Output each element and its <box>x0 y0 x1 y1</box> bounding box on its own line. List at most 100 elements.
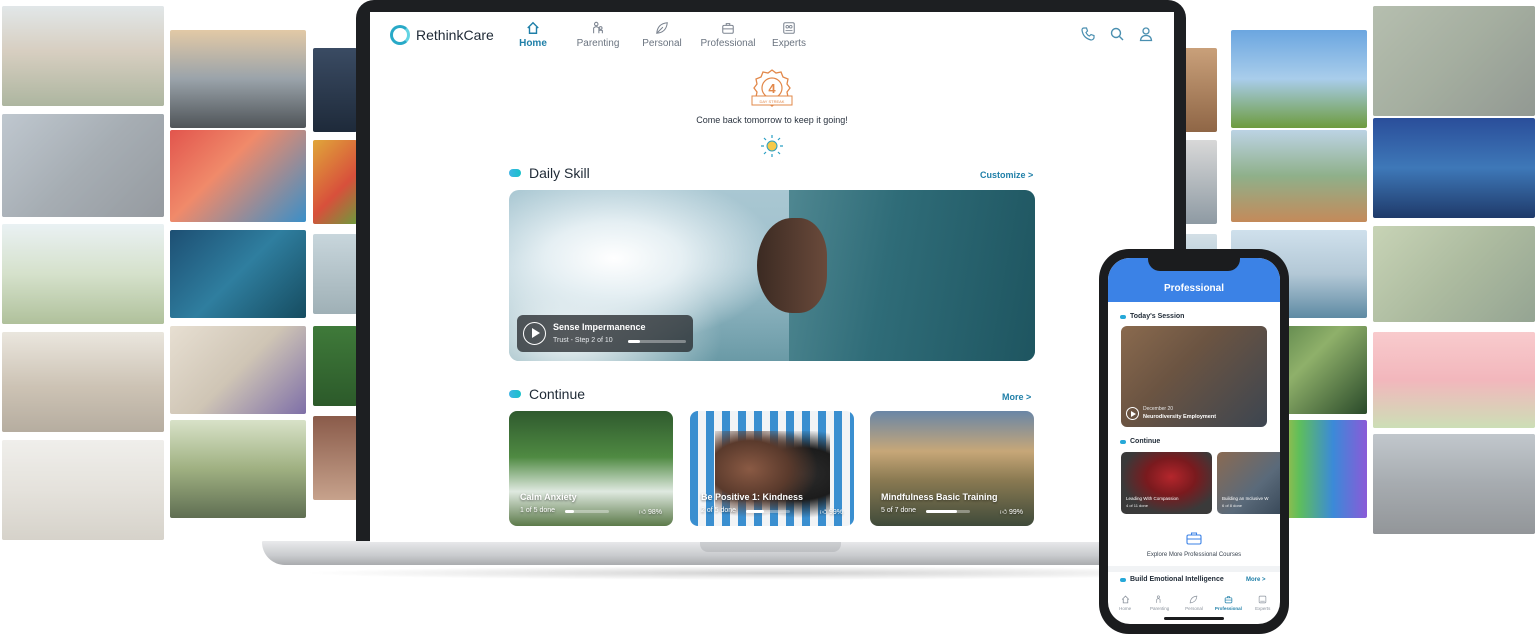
todays-session-card[interactable]: December 20 Neurodiversity Employment <box>1121 326 1267 427</box>
user-icon[interactable] <box>1138 26 1154 42</box>
search-icon[interactable] <box>1109 26 1125 42</box>
photo-tile <box>1373 434 1535 534</box>
course-progress-text: 5 of 7 done <box>881 507 917 514</box>
sun-icon <box>761 135 783 157</box>
home-icon <box>1121 595 1129 604</box>
photo-tile <box>313 140 357 224</box>
course-title: Calm Anxiety <box>520 492 577 502</box>
tab-label: Experts <box>1255 606 1271 611</box>
course-title: Building an Inclusive W <box>1222 496 1269 501</box>
course-progress-text: 2 of 5 done <box>701 507 737 514</box>
tab-experts[interactable]: Experts <box>1248 595 1278 624</box>
briefcase-icon <box>1186 532 1202 545</box>
daily-skill-header: Daily Skill <box>509 165 590 181</box>
build-ei-title: Build Emotional Intelligence <box>1130 576 1224 583</box>
customize-link[interactable]: Customize > <box>980 170 1033 180</box>
course-progress-fill <box>565 510 574 513</box>
mobile-continue-card[interactable]: Leading With Compassion 4 of 11 done <box>1121 452 1212 514</box>
tab-home[interactable]: Home <box>1110 595 1140 624</box>
photo-tile <box>313 48 357 132</box>
session-title: Neurodiversity Employment <box>1143 414 1217 420</box>
logo[interactable]: RethinkCare <box>390 25 494 45</box>
top-nav: RethinkCare Home Parenting Personal Prof… <box>370 12 1174 58</box>
thumbs-up-icon: 👍︎ <box>819 509 828 516</box>
course-progress-fill <box>926 510 958 513</box>
nav-item-home[interactable]: Home <box>498 21 568 49</box>
nav-item-experts[interactable]: Experts <box>754 21 824 49</box>
leaf-icon <box>656 22 668 34</box>
photo-tile <box>2 6 164 106</box>
play-button[interactable] <box>1126 407 1139 420</box>
course-title: Be Positive 1: Kindness <box>701 492 804 502</box>
continue-card-calm-anxiety[interactable]: Calm Anxiety 1 of 5 done 👍︎ 98% <box>509 411 673 526</box>
photo-tile <box>1183 140 1217 224</box>
nav-label: Parenting <box>576 38 620 49</box>
streak-message: Come back tomorrow to keep it going! <box>696 115 848 125</box>
photo-tile <box>1373 226 1535 322</box>
thumbs-up-icon: 👍︎ <box>999 509 1008 516</box>
like-percent: 99% <box>828 509 843 516</box>
desktop-app: RethinkCare Home Parenting Personal Prof… <box>370 12 1174 542</box>
continue-title: Continue <box>529 386 586 402</box>
leaf-icon <box>1190 595 1198 604</box>
todays-session-title: Today's Session <box>1130 313 1185 320</box>
mobile-header-title: Professional <box>1163 283 1225 294</box>
play-button[interactable] <box>523 322 546 345</box>
logo-mark-icon <box>390 25 410 45</box>
section-dot-icon <box>509 169 521 177</box>
photo-tile <box>1231 30 1367 128</box>
photo-tile <box>1231 130 1367 222</box>
photo-tile <box>1373 6 1535 116</box>
continue-card-be-positive[interactable]: Be Positive 1: Kindness 2 of 5 done 👍︎ 9… <box>690 411 854 526</box>
photo-tile <box>1373 118 1535 218</box>
mobile-continue-title: Continue <box>1130 438 1161 445</box>
phone-icon[interactable] <box>1080 26 1096 42</box>
course-progress-bar <box>746 510 790 513</box>
laptop-trackpad-notch <box>700 541 841 552</box>
nav-label: Personal <box>642 38 682 49</box>
nav-item-parenting[interactable]: Parenting <box>563 21 633 49</box>
like-percent: 99% <box>1008 509 1023 516</box>
section-dot-icon <box>1120 439 1126 444</box>
tab-label: Personal <box>1185 606 1203 611</box>
continue-card-mindfulness[interactable]: Mindfulness Basic Training 5 of 7 done 👍… <box>870 411 1034 526</box>
nav-item-personal[interactable]: Personal <box>627 21 697 49</box>
photo-tile <box>2 224 164 324</box>
daily-skill-card[interactable]: Sense Impermanence Trust - Step 2 of 10 <box>509 190 1035 361</box>
divider <box>1108 566 1280 572</box>
photo-tile <box>170 130 306 222</box>
course-progress-bar <box>565 510 609 513</box>
build-ei-header: Build Emotional Intelligence <box>1120 576 1224 583</box>
day-streak-badge-icon: 4 DAY STREAK <box>751 69 793 107</box>
nav-item-professional[interactable]: Professional <box>693 21 763 49</box>
explore-courses-link[interactable]: Explore More Professional Courses <box>1108 552 1280 558</box>
like-percent: 98% <box>647 509 662 516</box>
experts-icon <box>783 22 795 34</box>
course-progress-text: 6 of 8 done <box>1222 503 1243 508</box>
tab-label: Professional <box>1214 606 1242 611</box>
course-like-rate: 👍︎ 99% <box>1000 507 1023 516</box>
more-link[interactable]: More > <box>1002 392 1031 402</box>
home-indicator <box>1164 617 1224 620</box>
mobile-continue-card[interactable]: Building an Inclusive W 6 of 8 done <box>1217 452 1280 514</box>
photo-tile <box>1373 332 1535 428</box>
todays-session-header: Today's Session <box>1120 313 1184 320</box>
photo-tile <box>2 332 164 432</box>
skill-progress-bar <box>628 340 686 343</box>
daily-skill-title: Daily Skill <box>529 165 590 181</box>
course-progress-text: 4 of 11 done <box>1126 503 1148 508</box>
course-progress-bar <box>926 510 970 513</box>
course-progress-fill <box>746 510 764 513</box>
course-like-rate: 👍︎ 99% <box>820 507 843 516</box>
daily-skill-player[interactable]: Sense Impermanence Trust - Step 2 of 10 <box>517 315 693 352</box>
photo-tile <box>170 230 306 318</box>
mobile-more-link[interactable]: More > <box>1246 577 1266 583</box>
briefcase-icon <box>722 23 734 34</box>
photo-tile <box>313 416 357 500</box>
skill-progress-fill <box>628 340 640 343</box>
phone-notch <box>1148 256 1240 271</box>
nav-label: Professional <box>700 38 756 49</box>
home-icon <box>527 21 539 34</box>
photo-wall-left <box>0 0 360 560</box>
section-dot-icon <box>1120 577 1126 582</box>
